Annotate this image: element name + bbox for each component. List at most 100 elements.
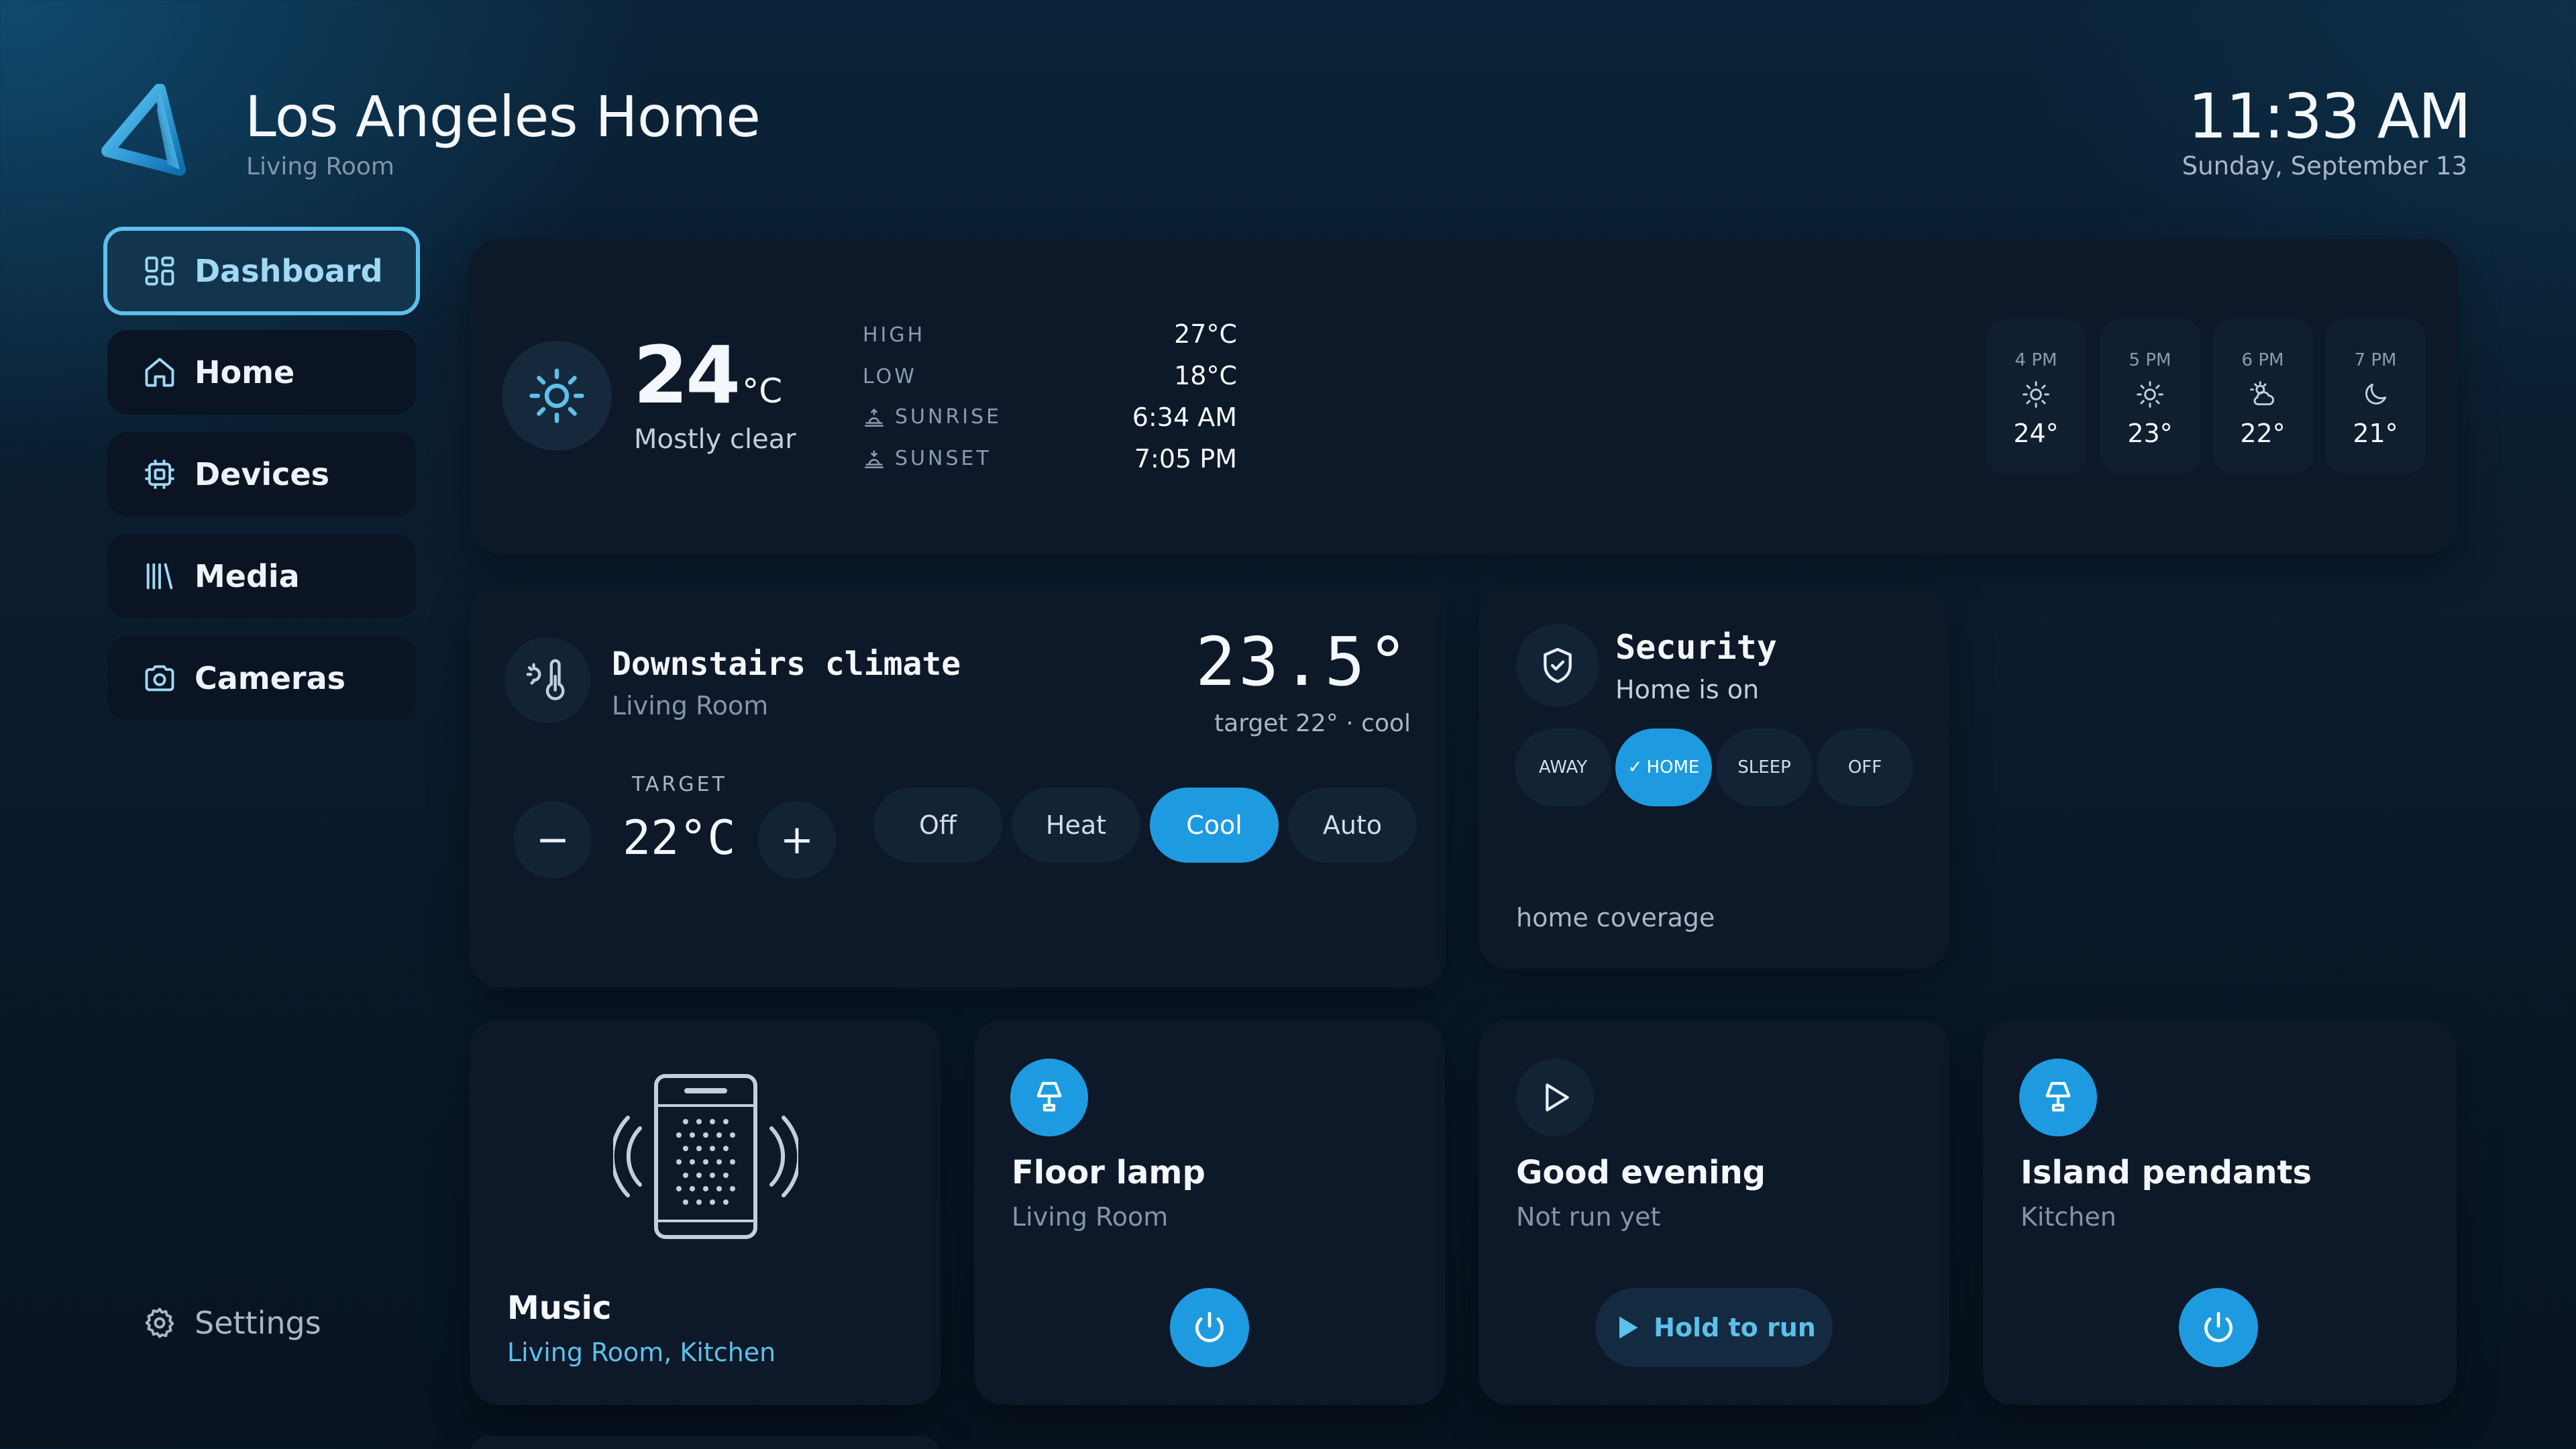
hourly-time: 4 PM <box>2015 350 2057 370</box>
sun-icon <box>2137 381 2163 408</box>
weather-condition: Mostly clear <box>634 424 796 455</box>
decrease-target-button[interactable]: − <box>514 801 592 879</box>
target-temperature: 22°C <box>623 810 736 865</box>
island-pendants-badge <box>2019 1059 2097 1136</box>
weather-condition-badge <box>502 341 612 451</box>
hourly-temp: 22° <box>2240 419 2286 448</box>
security-away-button[interactable]: AWAY <box>1515 729 1611 806</box>
scene-badge <box>1516 1059 1594 1136</box>
mode-cool-button[interactable]: Cool <box>1150 788 1279 863</box>
clock-date: Sunday, September 13 <box>2182 152 2467 180</box>
sidebar-item-label: Devices <box>195 456 329 492</box>
climate-current-temp: 23.5° <box>1195 623 1411 701</box>
good-evening-status: Not run yet <box>1516 1202 1661 1232</box>
lamp-icon <box>1036 1081 1062 1112</box>
weather-high-label: HIGH <box>863 323 926 347</box>
grid-icon <box>145 256 174 286</box>
weather-sunrise-row: SUNRISE <box>863 405 1002 429</box>
hourly-temp: 21° <box>2353 419 2398 448</box>
target-label: TARGET <box>632 773 727 796</box>
hourly-time: 5 PM <box>2129 350 2171 370</box>
sidebar-item-label: Dashboard <box>195 253 383 289</box>
security-home-button[interactable]: ✓ HOME <box>1615 729 1712 806</box>
security-status: Home is on <box>1615 675 1760 704</box>
power-icon <box>2204 1311 2233 1342</box>
floor-lamp-badge <box>1010 1059 1088 1136</box>
power-icon <box>1195 1311 1224 1342</box>
sun-icon <box>529 368 584 423</box>
hourly-forecast-item: 7 PM 21° <box>2325 319 2426 474</box>
sidebar-item-home[interactable]: Home <box>107 330 416 415</box>
increase-target-button[interactable]: + <box>758 801 836 879</box>
climate-title: Downstairs climate <box>612 645 961 683</box>
sidebar-item-devices[interactable]: Devices <box>107 432 416 517</box>
floor-lamp-title: Floor lamp <box>1012 1154 1205 1191</box>
sidebar-item-label: Media <box>195 558 300 594</box>
thermometer-icon <box>526 659 565 700</box>
current-temperature: 24 °C <box>633 329 783 421</box>
island-pendants-power-button[interactable] <box>2179 1288 2258 1367</box>
weather-sunrise-value: 6:34 AM <box>1132 402 1237 432</box>
play-icon <box>1619 1316 1638 1339</box>
music-rooms: Living Room, Kitchen <box>507 1338 776 1367</box>
mode-auto-button[interactable]: Auto <box>1288 788 1417 863</box>
speaker-icon <box>613 1074 798 1239</box>
hold-to-run-label: Hold to run <box>1654 1313 1816 1342</box>
camera-icon <box>145 665 174 692</box>
hourly-temp: 24° <box>2013 419 2059 448</box>
gear-icon <box>145 1307 174 1338</box>
hourly-time: 7 PM <box>2354 350 2397 370</box>
weather-high-value: 27°C <box>1174 319 1237 349</box>
security-off-button[interactable]: OFF <box>1817 729 1913 806</box>
lamp-icon <box>2045 1081 2071 1112</box>
shield-check-icon <box>1544 647 1572 684</box>
sidebar-settings[interactable]: Settings <box>142 1305 321 1341</box>
settings-label: Settings <box>195 1305 321 1341</box>
security-sleep-button[interactable]: SLEEP <box>1716 729 1813 806</box>
hourly-forecast-item: 5 PM 23° <box>2100 319 2200 474</box>
weather-sunset-label: SUNSET <box>895 447 991 470</box>
hourly-forecast-item: 4 PM 24° <box>1986 319 2086 474</box>
house-icon <box>145 358 174 387</box>
weather-low-value: 18°C <box>1174 361 1237 390</box>
sun-icon <box>2023 381 2049 408</box>
floor-lamp-room: Living Room <box>1012 1202 1169 1232</box>
floor-lamp-power-button[interactable] <box>1170 1288 1249 1367</box>
security-coverage: home coverage <box>1516 903 1715 932</box>
sidebar-item-dashboard[interactable]: Dashboard <box>103 227 420 315</box>
clock-time: 11:33 AM <box>2188 80 2471 152</box>
island-pendants-title: Island pendants <box>2021 1154 2312 1191</box>
weather-sunrise-label: SUNRISE <box>895 405 1002 429</box>
weather-low-label: LOW <box>863 365 917 388</box>
sunrise-icon <box>864 408 884 427</box>
home-room-subtitle: Living Room <box>246 153 394 180</box>
mode-off-button[interactable]: Off <box>873 788 1002 863</box>
security-badge <box>1516 624 1599 707</box>
chip-icon <box>145 460 174 489</box>
play-icon <box>1546 1083 1569 1112</box>
hold-to-run-button[interactable]: Hold to run <box>1595 1288 1833 1367</box>
mode-heat-button[interactable]: Heat <box>1012 788 1140 863</box>
security-home-label: HOME <box>1646 757 1700 777</box>
weather-sunset-value: 7:05 PM <box>1134 444 1237 474</box>
climate-room: Living Room <box>612 691 769 720</box>
hourly-time: 6 PM <box>2241 350 2284 370</box>
library-icon <box>146 563 173 590</box>
sidebar-item-cameras[interactable]: Cameras <box>107 636 416 720</box>
app-logo <box>101 84 186 176</box>
island-pendants-room: Kitchen <box>2021 1202 2116 1232</box>
sidebar-item-label: Home <box>195 354 295 390</box>
sunset-icon <box>864 449 884 468</box>
good-evening-title: Good evening <box>1516 1154 1766 1191</box>
temperature-unit: °C <box>742 372 783 411</box>
sidebar-item-media[interactable]: Media <box>107 534 416 619</box>
hourly-temp: 23° <box>2127 419 2173 448</box>
home-title: Los Angeles Home <box>245 84 761 150</box>
hourly-forecast-item: 6 PM 22° <box>2212 319 2313 474</box>
sidebar-item-label: Cameras <box>195 660 346 696</box>
next-row-card <box>470 1436 941 1449</box>
climate-target-note: target 22° · cool <box>1214 710 1411 737</box>
check-icon: ✓ <box>1627 757 1643 777</box>
thermostat-badge <box>504 637 590 723</box>
music-title: Music <box>507 1289 612 1327</box>
